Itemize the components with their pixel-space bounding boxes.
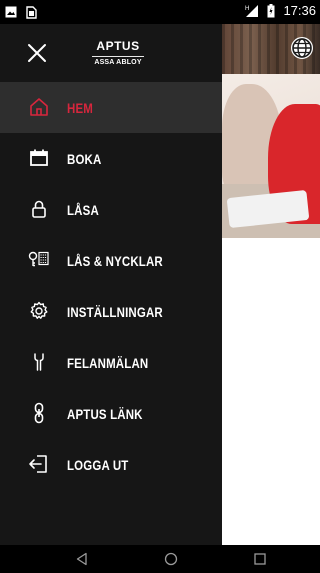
- drawer-header: APTUS ASSA ABLOY: [0, 24, 222, 82]
- home-circle-icon[interactable]: [163, 551, 179, 567]
- logo-subbrand: ASSA ABLOY: [94, 59, 142, 66]
- back-icon[interactable]: [74, 551, 90, 567]
- menu-item-installningar[interactable]: INSTÄLLNINGAR: [0, 286, 222, 337]
- menu-label: APTUS LÄNK: [67, 406, 143, 422]
- menu-item-logga-ut[interactable]: LOGGA UT: [0, 439, 222, 490]
- navigation-drawer: APTUS ASSA ABLOY HEM BOKA LÅSA LÅS & NYC…: [0, 24, 222, 545]
- menu-label: HEM: [67, 100, 94, 116]
- hero-image: [222, 74, 320, 238]
- menu-label: INSTÄLLNINGAR: [67, 304, 163, 320]
- link-icon: [28, 402, 50, 424]
- wrench-icon: [28, 351, 50, 373]
- keys-icon: [28, 249, 50, 271]
- menu-item-aptus-lank[interactable]: APTUS LÄNK: [0, 388, 222, 439]
- signal-icon: H: [245, 4, 259, 18]
- menu-item-felanmalan[interactable]: FELANMÄLAN: [0, 337, 222, 388]
- menu-item-las-nycklar[interactable]: LÅS & NYCKLAR: [0, 235, 222, 286]
- menu-label: LOGGA UT: [67, 457, 129, 473]
- close-icon[interactable]: [26, 42, 48, 64]
- menu-label: BOKA: [67, 151, 102, 167]
- recents-icon[interactable]: [252, 551, 268, 567]
- image-icon: [4, 5, 18, 19]
- status-bar: H 17:36: [0, 0, 320, 24]
- menu-item-boka[interactable]: BOKA: [0, 133, 222, 184]
- drawer-menu: HEM BOKA LÅSA LÅS & NYCKLAR INSTÄLLNINGA: [0, 82, 222, 490]
- logout-icon: [28, 453, 50, 475]
- aptus-logo: APTUS ASSA ABLOY: [86, 40, 150, 70]
- system-nav-bar: [0, 545, 320, 573]
- menu-label: LÅSA: [67, 202, 99, 218]
- sim-icon: [24, 5, 38, 19]
- menu-item-hem[interactable]: HEM: [0, 82, 222, 133]
- home-icon: [28, 96, 50, 118]
- menu-label: LÅS & NYCKLAR: [67, 253, 163, 269]
- globe-icon[interactable]: [290, 36, 314, 60]
- battery-icon: [264, 4, 278, 18]
- app-header: [222, 24, 320, 74]
- logo-brand: APTUS: [96, 39, 140, 53]
- status-time: 17:36: [283, 3, 316, 18]
- menu-label: FELANMÄLAN: [67, 355, 149, 371]
- calendar-icon: [28, 147, 50, 169]
- menu-item-lasa[interactable]: LÅSA: [0, 184, 222, 235]
- svg-text:H: H: [245, 6, 249, 12]
- lock-icon: [28, 198, 50, 220]
- gear-icon: [28, 300, 50, 322]
